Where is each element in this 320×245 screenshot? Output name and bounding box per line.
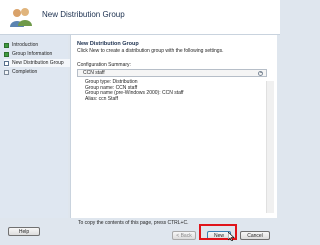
page-title: New Distribution Group xyxy=(77,41,139,47)
help-button[interactable]: Help xyxy=(8,227,40,236)
detail-alias: Alias: ccn Staff xyxy=(85,95,118,102)
back-button[interactable]: < Back xyxy=(172,231,196,240)
step-label: Group Information xyxy=(12,51,53,57)
step-new-distribution-group[interactable]: New Distribution Group xyxy=(4,59,70,67)
collapse-icon[interactable] xyxy=(258,71,263,76)
copy-hint: To copy the contents of this page, press… xyxy=(78,220,189,226)
mouse-pointer-icon xyxy=(228,232,235,241)
group-users-icon xyxy=(10,8,32,27)
page-description: Click New to create a distribution group… xyxy=(77,48,224,54)
summary-details: Group type: Distribution Group name: CCN… xyxy=(85,79,184,102)
step-completion[interactable]: Completion xyxy=(4,68,70,76)
summary-label: Configuration Summary: xyxy=(77,62,131,68)
step-pending-icon xyxy=(4,69,9,75)
wizard-steps: Introduction Group Information New Distr… xyxy=(0,35,70,218)
wizard-content: New Distribution Group Click New to crea… xyxy=(70,35,277,218)
step-complete-icon xyxy=(4,42,9,48)
summary-item-name: CCN staff xyxy=(83,70,105,76)
step-complete-icon xyxy=(4,51,9,57)
step-introduction[interactable]: Introduction xyxy=(4,41,70,49)
summary-item-header[interactable]: CCN staff xyxy=(77,69,267,77)
cancel-button[interactable]: Cancel xyxy=(240,231,270,240)
step-label: Introduction xyxy=(12,42,39,48)
summary-scrollbar[interactable] xyxy=(266,81,274,213)
step-label: Completion xyxy=(12,69,38,75)
wizard-header: New Distribution Group xyxy=(0,0,280,35)
step-group-information[interactable]: Group Information xyxy=(4,50,70,58)
step-label: New Distribution Group xyxy=(12,60,64,66)
wizard-title: New Distribution Group xyxy=(42,10,125,19)
step-current-icon xyxy=(4,60,9,66)
